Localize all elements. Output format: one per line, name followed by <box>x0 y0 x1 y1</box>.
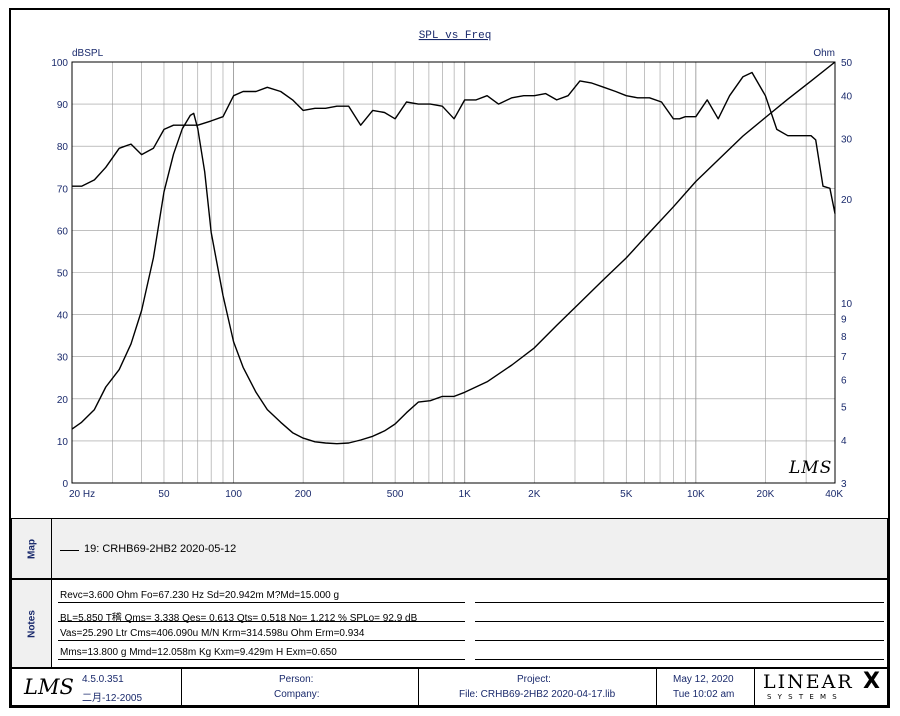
x-tick-label: 200 <box>295 489 312 500</box>
left-tick-label: 10 <box>57 437 69 448</box>
right-tick-label: 40 <box>841 91 853 102</box>
spl-impedance-chart: SPL vs Freq dBSPL Ohm 0 10 20 30 40 50 60 70 80 9… <box>51 30 852 500</box>
notes-line: Vas=25.290 Ltr Cms=406.090u M/N Krm=314.… <box>60 628 365 639</box>
linearx-systems: S Y S T E M S <box>767 693 839 701</box>
linearx-x: X <box>863 669 880 694</box>
linearx-brand: LINEAR <box>763 671 854 693</box>
linearx-logo: LINEAR X S Y S T E M S <box>755 669 887 705</box>
lms-report-window: SPL vs Freq dBSPL Ohm 0 10 20 30 40 50 60 70 80 9… <box>9 8 890 708</box>
left-tick-label: 100 <box>51 58 68 69</box>
left-tick-label: 0 <box>62 479 68 490</box>
notes-rule-2b <box>475 621 884 622</box>
notes-rule-3b <box>475 640 884 641</box>
time-text: Tue 10:02 am <box>673 689 735 700</box>
left-tick-label: 30 <box>57 353 69 364</box>
right-tick-label: 6 <box>841 375 847 386</box>
right-tick-label: 8 <box>841 332 847 343</box>
left-tick-label: 50 <box>57 269 69 280</box>
map-panel: Map 19: CRHB69-2HB2 2020-05-12 <box>11 518 888 579</box>
right-tick-label: 7 <box>841 352 847 363</box>
footer-logo-cell: LMS 4.5.0.351 二月-12-2005 <box>12 669 182 705</box>
company-label: Company: <box>274 689 320 700</box>
right-tick-label: 9 <box>841 315 847 326</box>
notes-line: Mms=13.800 g Mmd=12.058m Kg Kxm=9.429m H… <box>60 647 337 658</box>
notes-side-label: Notes <box>12 580 52 667</box>
curves <box>71 61 836 445</box>
x-tick-label: 20K <box>757 489 775 500</box>
version-text: 4.5.0.351 <box>82 674 124 685</box>
chart-title: SPL vs Freq <box>419 30 492 42</box>
footer-date-cell: May 12, 2020 Tue 10:02 am <box>657 669 755 705</box>
footer-person-cell: Person: Company: <box>182 669 419 705</box>
notes-rule-4 <box>58 659 465 660</box>
x-tick-label: 20 Hz <box>69 489 95 500</box>
tick-labels: 0102030405060708090100345678910203040502… <box>51 58 852 500</box>
notes-rule-4b <box>475 659 884 660</box>
left-tick-label: 90 <box>57 100 69 111</box>
notes-line: Revc=3.600 Ohm Fo=67.230 Hz Sd=20.942m M… <box>60 590 340 601</box>
left-tick-label: 40 <box>57 311 69 322</box>
right-tick-label: 20 <box>841 195 853 206</box>
right-axis-label: Ohm <box>813 48 835 59</box>
notes-panel: Notes Revc=3.600 Ohm Fo=67.230 Hz Sd=20.… <box>11 579 888 668</box>
x-tick-label: 10K <box>687 489 705 500</box>
spl-curve <box>72 71 836 214</box>
left-tick-label: 20 <box>57 395 69 406</box>
notes-rule-1 <box>58 602 465 603</box>
notes-line: BL=5.850 T稽 Qms= 3.338 Qes= 0.613 Qts= 0… <box>60 613 418 624</box>
project-label: Project: <box>517 674 551 685</box>
file-label: File: CRHB69-2HB2 2020-04-17.lib <box>459 689 616 700</box>
lms-logo: LMS <box>24 675 74 699</box>
right-tick-label: 4 <box>841 436 847 447</box>
map-label-text: Map <box>26 538 37 559</box>
x-tick-label: 50 <box>158 489 170 500</box>
build-date-text: 二月-12-2005 <box>82 693 143 704</box>
left-tick-label: 80 <box>57 142 69 153</box>
x-tick-label: 5K <box>620 489 633 500</box>
legend-entry: 19: CRHB69-2HB2 2020-05-12 <box>84 543 237 555</box>
person-label: Person: <box>279 674 314 685</box>
right-tick-label: 30 <box>841 134 853 145</box>
map-side-label: Map <box>12 519 52 578</box>
date-text: May 12, 2020 <box>673 674 734 685</box>
notes-rule-1b <box>475 602 884 603</box>
lms-watermark: LMS <box>788 458 832 478</box>
footer-bar: LMS 4.5.0.351 二月-12-2005 Person: Company… <box>11 668 888 706</box>
x-tick-label: 2K <box>528 489 541 500</box>
legend-line-swatch <box>60 550 79 551</box>
left-tick-label: 60 <box>57 226 69 237</box>
x-tick-label: 100 <box>225 489 242 500</box>
x-tick-label: 500 <box>387 489 404 500</box>
left-tick-label: 70 <box>57 184 69 195</box>
left-axis-label: dBSPL <box>72 48 104 59</box>
impedance-curve <box>71 61 836 445</box>
x-tick-label: 1K <box>459 489 472 500</box>
footer-project-cell: Project: File: CRHB69-2HB2 2020-04-17.li… <box>419 669 657 705</box>
right-tick-label: 50 <box>841 58 853 69</box>
right-tick-label: 10 <box>841 299 853 310</box>
x-tick-label: 40K <box>825 489 843 500</box>
right-tick-label: 5 <box>841 403 847 414</box>
notes-rule-3 <box>58 640 465 641</box>
notes-label-text: Notes <box>26 609 37 638</box>
